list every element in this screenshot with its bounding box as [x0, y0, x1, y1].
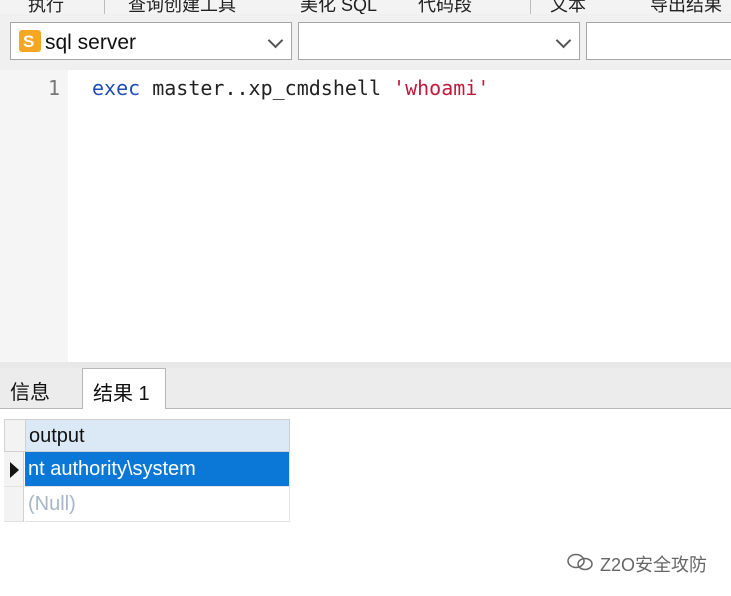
schema-dropdown[interactable] — [586, 22, 731, 60]
toolbar-query-builder-button[interactable]: 查询创建工具 — [128, 0, 236, 14]
sql-editor[interactable]: 1 exec master..xp_cmdshell 'whoami' — [0, 70, 731, 362]
toolbar-separator — [104, 0, 105, 14]
connection-bar: S sql server — [0, 14, 731, 70]
cell-value: nt authority\system — [28, 458, 196, 480]
line-number: 1 — [48, 76, 61, 100]
toolbar-separator — [530, 0, 531, 14]
line-number-gutter: 1 — [0, 70, 68, 362]
row-indicator-header — [5, 420, 26, 451]
chevron-down-icon — [267, 32, 284, 49]
row-indicator — [4, 487, 24, 522]
toolbar: 执行 查询创建工具 美化 SQL 代码段 文本 导出结果 — [0, 0, 731, 15]
toolbar-beautify-sql-button[interactable]: 美化 SQL — [300, 0, 377, 14]
grid-header: output — [4, 419, 290, 452]
tab-info-label: 信息 — [10, 382, 50, 404]
current-row-arrow-icon — [10, 462, 19, 478]
table-row[interactable]: (Null) — [4, 487, 290, 522]
toolbar-snippet-button[interactable]: 代码段 — [418, 0, 472, 14]
code-keyword: exec — [92, 76, 141, 100]
column-header-output[interactable]: output — [26, 420, 289, 451]
code-string: 'whoami' — [393, 76, 490, 100]
sql-server-icon: S — [19, 30, 41, 52]
code-line[interactable]: exec master..xp_cmdshell 'whoami' — [92, 76, 489, 100]
toolbar-run-button[interactable]: 执行 — [28, 0, 64, 14]
tab-result-1[interactable]: 结果 1 — [82, 368, 166, 409]
connection-dropdown-value: sql server — [45, 31, 137, 54]
chevron-down-icon — [555, 32, 572, 49]
toolbar-export-button[interactable]: 导出结果 — [650, 0, 722, 14]
code-target: master..xp_cmdshell — [140, 76, 394, 100]
table-row[interactable]: nt authority\system — [4, 452, 290, 487]
connection-dropdown[interactable]: S sql server — [10, 22, 292, 60]
result-tabs: 信息 结果 1 — [0, 368, 731, 409]
column-header-label: output — [29, 425, 85, 447]
database-dropdown[interactable] — [298, 22, 580, 60]
watermark-text: Z2O安全攻防 — [600, 555, 708, 575]
table-cell[interactable]: nt authority\system — [25, 452, 290, 487]
wechat-icon — [567, 553, 593, 571]
cell-value: (Null) — [28, 493, 76, 515]
row-indicator — [4, 452, 24, 487]
tab-info[interactable]: 信息 — [0, 368, 76, 408]
tab-result-1-label: 结果 1 — [93, 383, 150, 405]
toolbar-text-button[interactable]: 文本 — [550, 0, 586, 14]
table-cell[interactable]: (Null) — [25, 487, 290, 522]
